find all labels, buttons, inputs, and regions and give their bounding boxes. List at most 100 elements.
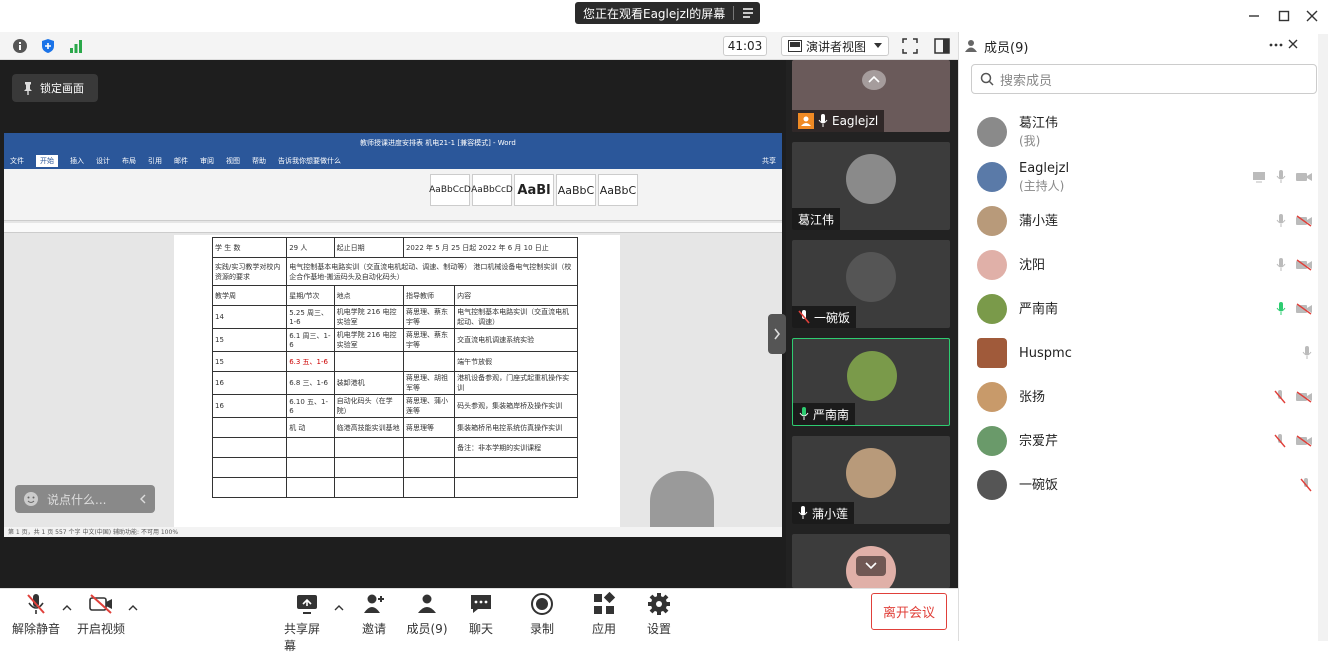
video-tile-active-speaker[interactable]: 严南南 xyxy=(792,338,950,426)
scroll-down-icon[interactable] xyxy=(856,556,886,576)
chat-button[interactable]: 聊天 xyxy=(466,592,496,638)
style-normal[interactable]: AaBbCcD xyxy=(429,174,471,206)
table-cell: 星期/节次 xyxy=(286,285,335,306)
word-tab[interactable]: 布局 xyxy=(122,156,136,166)
close-panel-icon[interactable] xyxy=(1288,39,1298,49)
video-tile[interactable]: 葛江伟 xyxy=(792,142,950,230)
member-row[interactable]: 沈阳 xyxy=(960,243,1320,287)
table-row: 机 动 临港高技能实训基地 蒋思理等 集装箱桥吊电控系统仿真操作实训 xyxy=(211,417,578,438)
word-ribbon xyxy=(4,169,782,221)
word-tab[interactable]: 共享 xyxy=(762,156,776,166)
screen-share-icon xyxy=(1252,171,1266,183)
search-placeholder: 搜索成员 xyxy=(1000,73,1053,89)
video-tile[interactable]: Eaglejzl xyxy=(792,60,950,132)
minimize-icon[interactable] xyxy=(1244,6,1264,26)
member-row[interactable]: 宗爱芹 xyxy=(960,419,1320,463)
security-shield-icon[interactable] xyxy=(38,36,58,56)
apps-button[interactable]: 应用 xyxy=(589,592,619,638)
mic-icon xyxy=(1302,346,1312,360)
divider xyxy=(733,6,735,20)
pin-icon xyxy=(22,81,34,95)
unmute-label: 解除静音 xyxy=(12,622,61,636)
member-row[interactable]: 张扬 xyxy=(960,375,1320,419)
word-tab[interactable]: 文件 xyxy=(10,156,24,166)
table-cell xyxy=(211,437,288,458)
collapse-video-panel-button[interactable] xyxy=(768,314,786,354)
close-icon[interactable] xyxy=(1302,6,1322,26)
unmute-button[interactable]: 解除静音 xyxy=(12,592,60,638)
fullscreen-icon[interactable] xyxy=(900,36,920,56)
record-button[interactable]: 录制 xyxy=(527,592,557,638)
word-tab[interactable]: 帮助 xyxy=(252,156,266,166)
style-heading1[interactable]: AaBl xyxy=(514,174,554,206)
video-tile[interactable]: 蒲小莲 xyxy=(792,436,950,524)
member-row[interactable]: 严南南 xyxy=(960,287,1320,331)
style-title[interactable]: AaBbC xyxy=(598,174,638,206)
word-tab[interactable]: 设计 xyxy=(96,156,110,166)
chat-label: 聊天 xyxy=(468,622,493,636)
lock-view-button[interactable]: 锁定画面 xyxy=(12,74,98,102)
members-panel-title: 成员(9) xyxy=(984,40,1029,56)
video-tile-label: 严南南 xyxy=(793,403,856,425)
members-label: 成员(9) xyxy=(406,622,448,636)
word-tab[interactable]: 插入 xyxy=(70,156,84,166)
mic-icon xyxy=(1276,214,1286,228)
member-name: 宗爱芹 xyxy=(1019,433,1059,449)
search-icon xyxy=(980,72,994,86)
word-tab[interactable]: 审阅 xyxy=(200,156,214,166)
word-tab[interactable]: 引用 xyxy=(148,156,162,166)
menu-icon[interactable] xyxy=(742,7,754,19)
video-tile-label: 蒲小莲 xyxy=(792,502,855,524)
table-cell xyxy=(333,351,404,372)
host-badge-icon xyxy=(798,113,814,129)
share-banner[interactable]: 您正在观看Eaglejzl的屏幕 xyxy=(575,2,761,24)
scroll-up-icon[interactable] xyxy=(862,70,886,90)
members-icon xyxy=(964,39,978,53)
word-tab[interactable]: 视图 xyxy=(226,156,240,166)
emoji-icon[interactable] xyxy=(23,491,39,507)
table-row: 16 6.8 三、1-6 装卸港机 蒋思理、胡祖军等 港机设备参观，门座式起重机… xyxy=(211,371,578,395)
search-member-input[interactable]: 搜索成员 xyxy=(971,64,1317,94)
chat-input[interactable]: 说点什么... xyxy=(15,485,155,513)
mic-on-icon xyxy=(818,114,828,128)
video-tile[interactable]: 一碗饭 xyxy=(792,240,950,328)
settings-label: 设置 xyxy=(646,622,671,636)
start-video-button[interactable]: 开启视频 xyxy=(76,592,126,638)
word-title: 教师授课进度安排表 机电21-1 [兼容模式] - Word xyxy=(360,139,516,147)
video-tile[interactable] xyxy=(792,534,950,588)
member-name: 张扬 xyxy=(1019,389,1046,405)
style-no-spacing[interactable]: AaBbCcD xyxy=(471,174,513,206)
word-tab[interactable]: 告诉我你想要做什么 xyxy=(278,156,341,166)
leave-meeting-button[interactable]: 离开会议 xyxy=(871,593,947,630)
more-options-icon[interactable] xyxy=(1268,38,1284,52)
invite-button[interactable]: 邀请 xyxy=(356,592,392,638)
word-ruler xyxy=(4,223,782,233)
table-cell: 电气控制基本电路实训（交直流电机起动、调速、制动等） 港口机械设备电气控制实训（… xyxy=(286,257,578,286)
chevron-left-icon[interactable] xyxy=(139,494,147,504)
chevron-up-icon[interactable] xyxy=(128,604,138,612)
member-row[interactable]: Huspmc xyxy=(960,331,1320,375)
style-heading2[interactable]: AaBbC xyxy=(556,174,596,206)
maximize-icon[interactable] xyxy=(1274,6,1294,26)
apps-label: 应用 xyxy=(591,622,616,636)
member-name: 严南南 xyxy=(1019,301,1059,317)
members-button[interactable]: 成员(9) xyxy=(404,592,450,638)
sidebar-toggle-icon[interactable] xyxy=(932,36,952,56)
mic-icon xyxy=(1276,170,1286,184)
table-cell xyxy=(402,477,456,498)
word-tab[interactable]: 邮件 xyxy=(174,156,188,166)
member-row[interactable]: 一碗饭 xyxy=(960,463,1320,507)
member-row[interactable]: Eaglejzl (主持人) xyxy=(960,155,1320,199)
chevron-up-icon[interactable] xyxy=(334,604,344,612)
member-row[interactable]: 蒲小莲 xyxy=(960,199,1320,243)
member-row[interactable]: 葛江伟 (我) xyxy=(960,110,1320,154)
mic-icon xyxy=(1276,258,1286,272)
share-screen-button[interactable]: 共享屏幕 xyxy=(284,592,330,653)
view-mode-button[interactable]: 演讲者视图 xyxy=(781,36,889,56)
settings-button[interactable]: 设置 xyxy=(644,592,674,638)
word-tab[interactable]: 开始 xyxy=(36,155,58,167)
chevron-up-icon[interactable] xyxy=(62,604,72,612)
invite-label: 邀请 xyxy=(361,622,386,636)
signal-icon[interactable] xyxy=(66,36,86,56)
info-icon[interactable] xyxy=(10,36,30,56)
